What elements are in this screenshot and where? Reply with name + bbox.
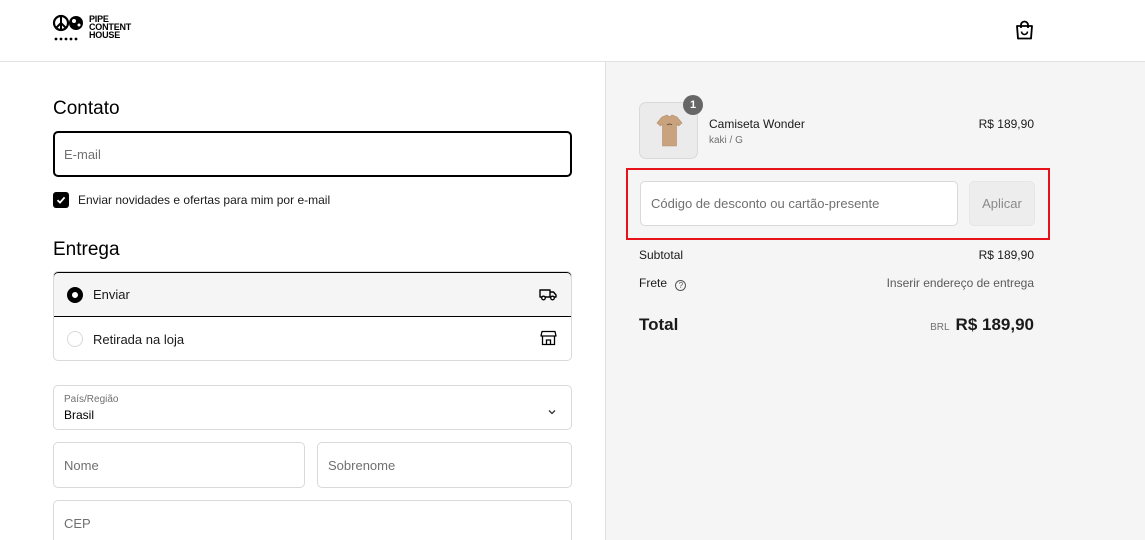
last-name-field[interactable]: Sobrenome	[317, 442, 572, 488]
first-name-field[interactable]: Nome	[53, 442, 305, 488]
quantity-badge: 1	[683, 95, 703, 115]
delivery-option-label: Retirada na loja	[93, 331, 185, 347]
discount-placeholder: Código de desconto ou cartão-presente	[651, 196, 880, 211]
delivery-method-group: Enviar Retirada na loja	[53, 271, 572, 361]
total-amount: BRL R$ 189,90	[930, 315, 1034, 335]
contact-heading: Contato	[53, 98, 120, 119]
email-field[interactable]: E-mail	[53, 131, 572, 177]
shipping-label-row: Frete ?	[639, 276, 687, 291]
first-name-placeholder: Nome	[64, 457, 99, 473]
discount-code-input[interactable]: Código de desconto ou cartão-presente	[640, 181, 958, 226]
store-logo[interactable]: PIPE CONTENT HOUSE	[52, 14, 132, 44]
total-value: R$ 189,90	[955, 315, 1034, 334]
country-label: País/Região	[64, 394, 119, 405]
country-select[interactable]: País/Região Brasil	[53, 385, 572, 430]
truck-icon	[539, 286, 557, 305]
radio-selected[interactable]	[67, 286, 83, 303]
subtotal-value: R$ 189,90	[978, 248, 1034, 262]
cep-field[interactable]: CEP	[53, 500, 572, 540]
shipping-value: Inserir endereço de entrega	[886, 276, 1034, 290]
shopping-bag-icon[interactable]	[1015, 20, 1034, 40]
product-price: R$ 189,90	[978, 117, 1034, 131]
delivery-option-label: Enviar	[93, 287, 130, 302]
currency-code: BRL	[930, 322, 950, 333]
delivery-option-pickup[interactable]: Retirada na loja	[54, 317, 571, 360]
delivery-heading: Entrega	[53, 239, 120, 260]
shipping-label: Frete	[639, 276, 668, 290]
help-icon[interactable]: ?	[675, 280, 687, 291]
newsletter-option[interactable]: Enviar novidades e ofertas para mim por …	[53, 192, 330, 208]
email-placeholder: E-mail	[64, 146, 101, 162]
logo-mark-icon	[52, 14, 87, 44]
last-name-placeholder: Sobrenome	[328, 457, 396, 473]
delivery-option-ship[interactable]: Enviar	[54, 272, 571, 317]
total-label: Total	[639, 315, 679, 334]
subtotal-label: Subtotal	[639, 248, 684, 262]
radio-unselected[interactable]	[67, 331, 83, 347]
cep-placeholder: CEP	[64, 515, 91, 531]
product-name: Camiseta Wonder	[709, 117, 805, 131]
product-variant: kaki / G	[709, 135, 743, 146]
newsletter-checkbox[interactable]	[53, 192, 69, 208]
chevron-down-icon	[547, 403, 557, 421]
store-icon	[540, 330, 557, 349]
apply-button[interactable]: Aplicar	[969, 181, 1035, 226]
country-value: Brasil	[64, 408, 95, 422]
newsletter-label: Enviar novidades e ofertas para mim por …	[78, 193, 331, 207]
logo-text: PIPE CONTENT HOUSE	[89, 14, 132, 40]
header: PIPE CONTENT HOUSE	[0, 0, 1145, 62]
